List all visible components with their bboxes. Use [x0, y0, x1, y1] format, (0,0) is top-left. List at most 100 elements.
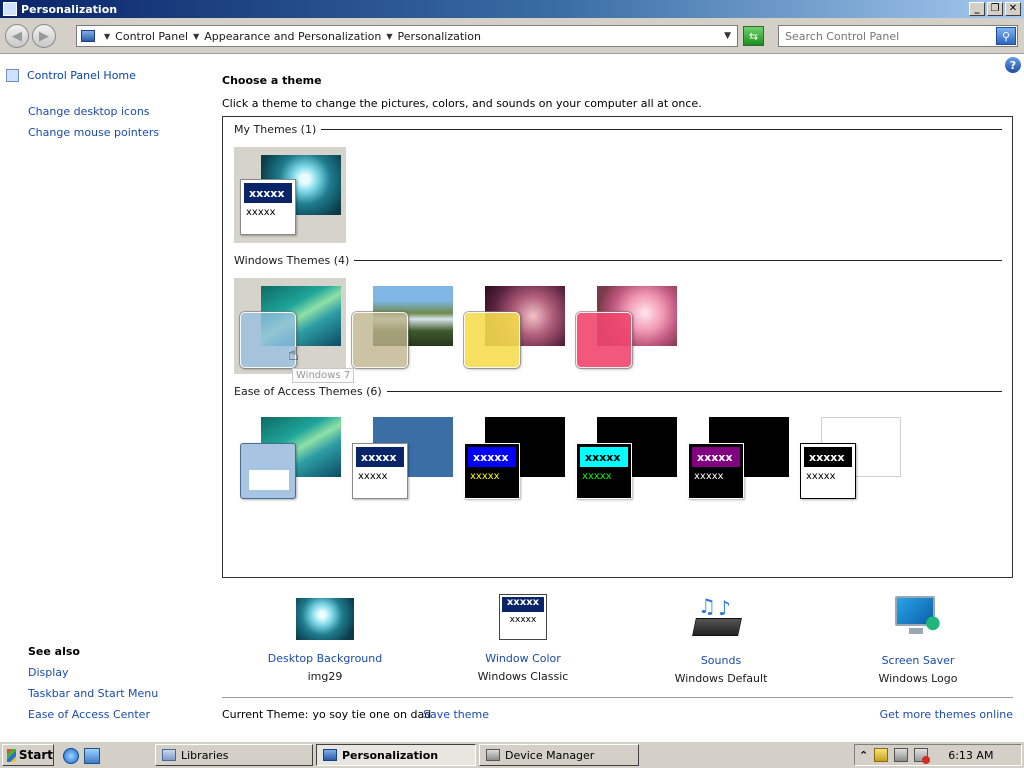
preview-title: xxxxx: [356, 447, 404, 467]
section-divider: [321, 129, 1002, 130]
preview-title: xxxxx: [244, 183, 292, 203]
breadcrumb-chevron-icon[interactable]: ▼: [386, 32, 392, 41]
libraries-icon: [162, 749, 176, 761]
breadcrumb-chevron-icon[interactable]: ▼: [104, 32, 110, 41]
see-also-heading: See also: [28, 645, 80, 658]
breadcrumb-control-panel[interactable]: Control Panel: [115, 30, 188, 43]
search-button[interactable]: ⚲: [996, 27, 1016, 45]
help-icon[interactable]: ?: [1005, 57, 1021, 73]
network-icon[interactable]: [894, 748, 909, 762]
preview-title: xxxxx: [580, 447, 628, 467]
internet-explorer-icon[interactable]: [63, 748, 79, 764]
ease-of-access-center-link[interactable]: Ease of Access Center: [28, 708, 150, 721]
theme-window-preview: xxxxx xxxxx: [352, 443, 408, 499]
theme-window-preview: xxxxx xxxxx: [464, 443, 520, 499]
breadcrumb-chevron-icon[interactable]: ▼: [193, 32, 199, 41]
theme-tile-my-theme[interactable]: xxxxx xxxxx: [234, 147, 346, 243]
current-theme: Current Theme: yo soy tie one on dad: [222, 708, 431, 721]
window-color-setting[interactable]: xxxxx xxxxx Window Color Windows Classic: [443, 594, 603, 683]
change-mouse-pointers-link[interactable]: Change mouse pointers: [28, 126, 159, 139]
restore-button[interactable]: ❐: [987, 2, 1003, 16]
personalization-app-icon: [3, 2, 17, 16]
window-color-value: Windows Classic: [477, 670, 569, 683]
theme-tile-nature[interactable]: [570, 278, 682, 374]
system-tray: ⌃ 6:13 AM: [854, 744, 1022, 766]
show-hidden-icons-icon[interactable]: ⌃: [859, 749, 868, 762]
address-dropdown-icon[interactable]: ▼: [724, 31, 731, 41]
ease-of-access-themes-label: Ease of Access Themes (6): [234, 385, 382, 398]
sounds-icon: ♫ ♪: [692, 594, 750, 642]
display-link[interactable]: Display: [28, 666, 69, 679]
device-manager-icon: [486, 749, 500, 761]
show-desktop-icon[interactable]: [84, 748, 100, 764]
theme-window-preview: xxxxx xxxxx: [800, 443, 856, 499]
control-panel-home-label: Control Panel Home: [27, 69, 136, 82]
address-bar[interactable]: ▼ Control Panel ▼ Appearance and Persona…: [76, 25, 738, 47]
theme-window-preview: xxxxx xxxxx: [240, 179, 296, 235]
preview-title: xxxxx: [804, 447, 852, 467]
preview-body: xxxxx: [358, 471, 388, 482]
theme-tile-high-contrast-white[interactable]: xxxxx xxxxx: [794, 409, 906, 505]
theme-window-preview: xxxxx xxxxx: [576, 443, 632, 499]
control-panel-home-link[interactable]: Control Panel Home: [6, 69, 136, 82]
taskbar-item-device-manager[interactable]: Device Manager: [479, 744, 639, 766]
save-theme-link[interactable]: Save theme: [423, 708, 489, 721]
refresh-button[interactable]: ⇆: [743, 26, 764, 46]
taskbar-start-menu-link[interactable]: Taskbar and Start Menu: [28, 687, 158, 700]
theme-tile-windows-classic[interactable]: xxxxx xxxxx: [346, 409, 458, 505]
title-bar: Personalization _ ❐ ✕: [0, 0, 1024, 18]
forward-button[interactable]: ▶: [32, 24, 56, 48]
ease-of-access-themes-section: Ease of Access Themes (6): [234, 385, 1002, 398]
music-note-icon: ♪: [718, 596, 731, 620]
bubbles-icon: ●: [925, 612, 941, 633]
volume-muted-icon[interactable]: [914, 748, 931, 764]
sounds-label: Sounds: [700, 654, 742, 667]
taskbar-item-label: Device Manager: [505, 748, 595, 762]
taskbar-item-libraries[interactable]: Libraries: [155, 744, 313, 766]
change-desktop-icons-link[interactable]: Change desktop icons: [28, 105, 150, 118]
breadcrumb-personalization[interactable]: Personalization: [398, 30, 481, 43]
start-label: Start: [18, 748, 53, 762]
search-input[interactable]: [779, 26, 991, 46]
desktop-background-icon: [296, 598, 354, 640]
preview-body: xxxxx: [246, 207, 276, 218]
window-color-icon: xxxxx xxxxx: [499, 594, 547, 640]
search-box: ⚲: [778, 25, 1018, 47]
section-divider: [354, 260, 1002, 261]
windows-flag-icon: [7, 748, 16, 762]
get-more-themes-link[interactable]: Get more themes online: [880, 708, 1013, 721]
theme-window-preview: [576, 312, 632, 368]
theme-tile-landscapes[interactable]: [346, 278, 458, 374]
refresh-icon: ⇆: [748, 29, 759, 43]
page-subtitle: Click a theme to change the pictures, co…: [222, 97, 702, 110]
preview-title: xxxxx: [468, 447, 516, 467]
theme-tile-windows-7-basic[interactable]: [234, 409, 346, 505]
hand-cursor-icon: ☝: [288, 344, 299, 365]
personalization-icon: [323, 749, 337, 761]
desktop-background-setting[interactable]: Desktop Background img29: [245, 594, 405, 683]
back-button[interactable]: ◀: [5, 24, 29, 48]
my-themes-label: My Themes (1): [234, 123, 317, 136]
desktop-background-value: img29: [307, 670, 343, 683]
theme-tile-high-contrast-2[interactable]: xxxxx xxxxx: [570, 409, 682, 505]
preview-body: xxxxx: [806, 471, 836, 482]
theme-tile-high-contrast-black[interactable]: xxxxx xxxxx: [682, 409, 794, 505]
minimize-button[interactable]: _: [969, 2, 985, 16]
control-panel-icon: [81, 30, 95, 42]
footer-divider: [222, 697, 1013, 698]
theme-tile-high-contrast-1[interactable]: xxxxx xxxxx: [458, 409, 570, 505]
close-button[interactable]: ✕: [1005, 2, 1021, 16]
preview-title: xxxxx: [692, 447, 740, 467]
breadcrumb-appearance[interactable]: Appearance and Personalization: [204, 30, 381, 43]
taskbar-item-personalization[interactable]: Personalization: [316, 744, 476, 766]
screen-saver-setting[interactable]: ● Screen Saver Windows Logo: [838, 594, 998, 685]
clock[interactable]: 6:13 AM: [948, 749, 993, 762]
action-center-icon[interactable]: [874, 748, 889, 762]
theme-tile-architecture[interactable]: [458, 278, 570, 374]
theme-window-preview: xxxxx xxxxx: [688, 443, 744, 499]
music-notes-icon: ♫: [698, 594, 716, 618]
sounds-setting[interactable]: ♫ ♪ Sounds Windows Default: [641, 594, 801, 685]
preview-body-box: [249, 470, 289, 490]
keyboard-icon: [692, 618, 742, 636]
start-button[interactable]: Start: [2, 744, 54, 766]
